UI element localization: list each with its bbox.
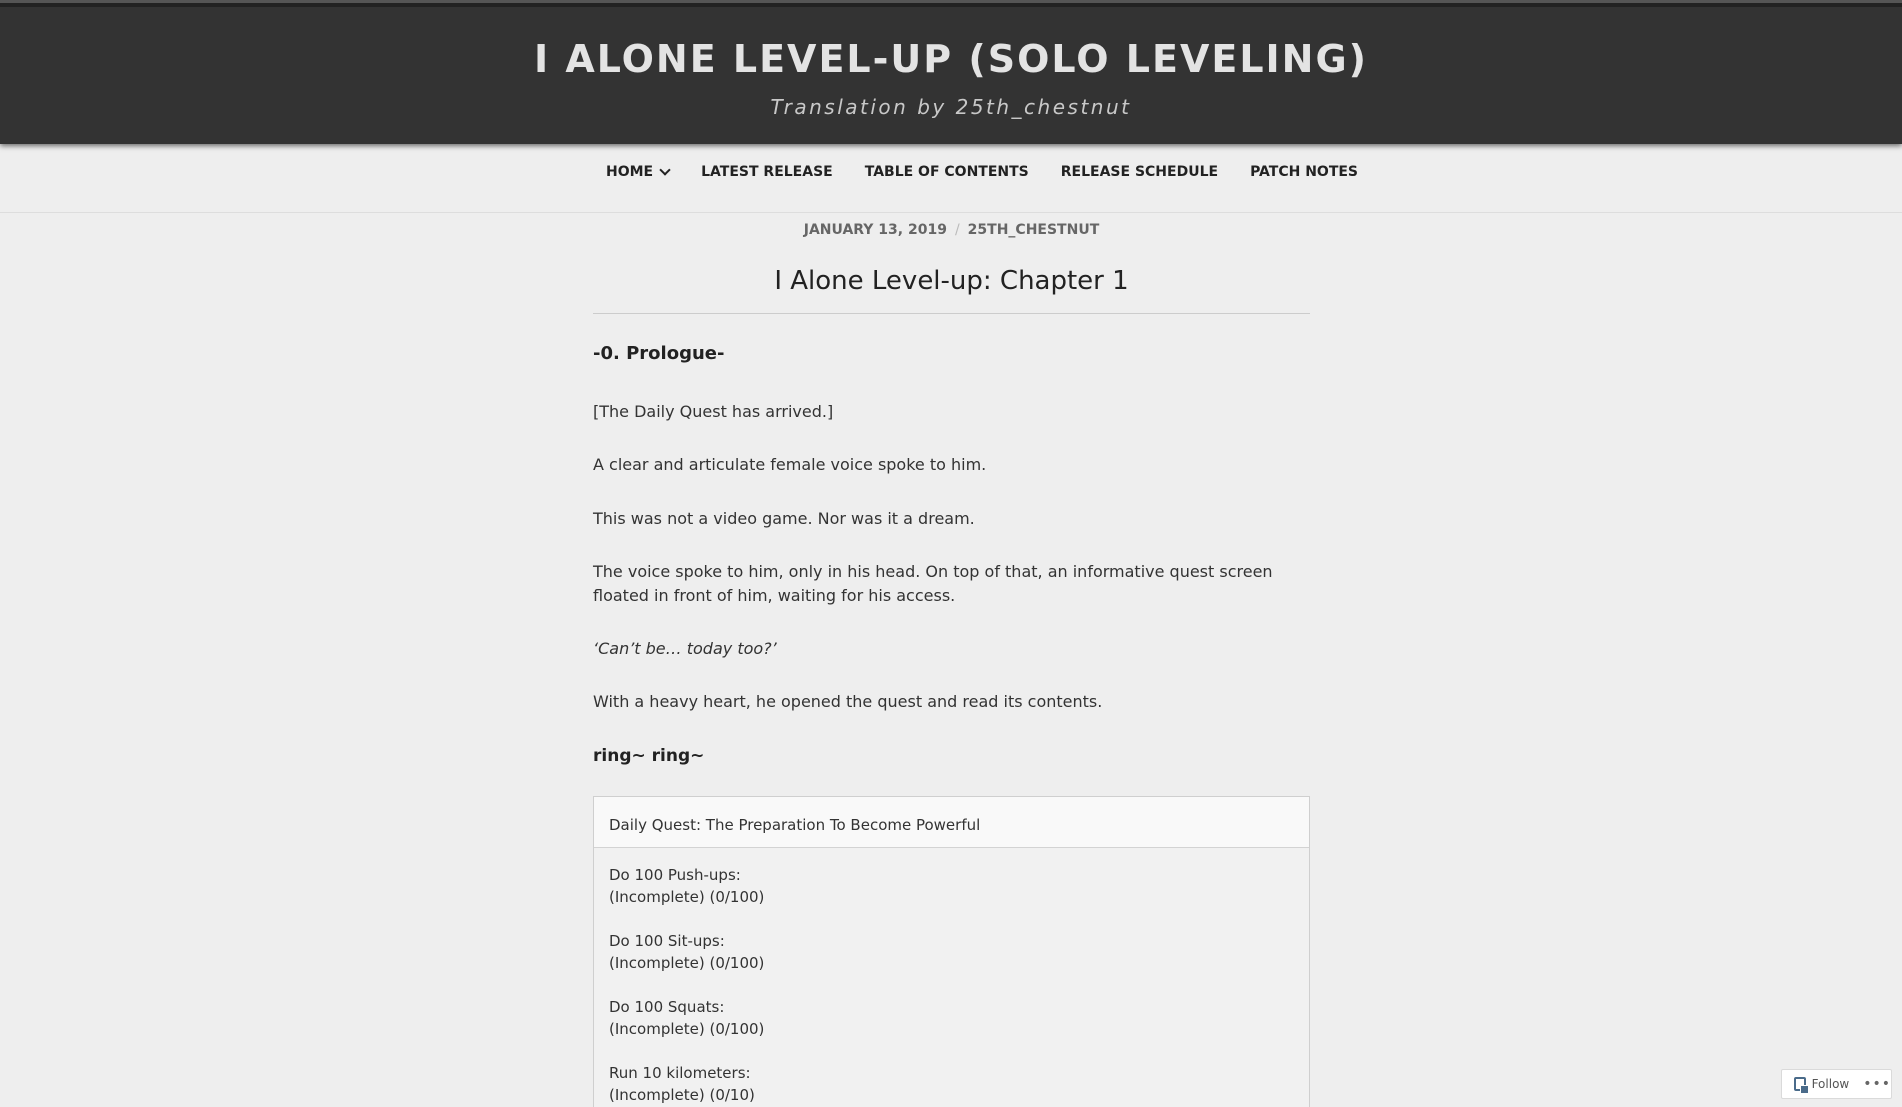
nav-item-table-of-contents[interactable]: TABLE OF CONTENTS: [849, 156, 1045, 188]
quest-title: Daily Quest: The Preparation To Become P…: [594, 797, 1309, 848]
follow-icon[interactable]: [1794, 1077, 1809, 1094]
site-header: I ALONE LEVEL-UP (SOLO LEVELING) Transla…: [0, 0, 1902, 144]
quest-table: Daily Quest: The Preparation To Become P…: [593, 796, 1310, 1107]
quest-status: (Incomplete) (0/10): [609, 1086, 755, 1104]
main-nav: HOME LATEST RELEASE TABLE OF CONTENTS RE…: [0, 144, 1902, 213]
quest-status: (Incomplete) (0/100): [609, 888, 765, 906]
quest-items: Do 100 Push-ups: (Incomplete) (0/100) Do…: [594, 848, 1309, 1106]
follow-widget: Follow •••: [1781, 1069, 1892, 1099]
follow-button[interactable]: Follow: [1812, 1077, 1850, 1091]
nav-list: HOME LATEST RELEASE TABLE OF CONTENTS RE…: [606, 156, 1374, 188]
quest-task: Do 100 Squats:: [609, 998, 725, 1016]
quest-status: (Incomplete) (0/100): [609, 1020, 765, 1038]
nav-item-home-label: HOME: [606, 164, 654, 180]
paragraph: A clear and articulate female voice spok…: [593, 455, 987, 474]
quest-item: Run 10 kilometers: (Incomplete) (0/10): [609, 1062, 1294, 1106]
nav-item-home[interactable]: HOME: [606, 156, 685, 188]
paragraph: This was not a video game. Nor was it a …: [593, 509, 975, 528]
paragraph: With a heavy heart, he opened the quest …: [593, 692, 1103, 711]
nav-item-release-schedule[interactable]: RELEASE SCHEDULE: [1045, 156, 1234, 188]
prologue-heading: -0. Prologue-: [593, 343, 725, 364]
paragraph: [The Daily Quest has arrived.]: [593, 402, 834, 421]
meta-separator: /: [954, 222, 960, 238]
quest-item: Do 100 Sit-ups: (Incomplete) (0/100): [609, 930, 1294, 974]
page: I ALONE LEVEL-UP (SOLO LEVELING) Transla…: [0, 0, 1902, 1107]
entry-meta: JANUARY 13, 2019 / 25TH_CHESTNUT: [593, 222, 1310, 238]
quest-status: (Incomplete) (0/100): [609, 954, 765, 972]
nav-item-latest-release[interactable]: LATEST RELEASE: [685, 156, 849, 188]
post-date[interactable]: JANUARY 13, 2019: [804, 222, 947, 238]
post-content: JANUARY 13, 2019 / 25TH_CHESTNUT I Alone L…: [593, 213, 1310, 1107]
paragraph-italic: ‘Can’t be… today too?’: [593, 639, 777, 658]
quest-item: Do 100 Squats: (Incomplete) (0/100): [609, 996, 1294, 1040]
paragraph: The voice spoke to him, only in his head…: [593, 562, 1273, 605]
ring-text: ring~ ring~: [593, 746, 705, 766]
quest-task: Do 100 Sit-ups:: [609, 932, 725, 950]
site-tagline: Translation by 25th_chestnut: [770, 95, 1132, 119]
site-title[interactable]: I ALONE LEVEL-UP (SOLO LEVELING): [0, 37, 1902, 81]
quest-task: Do 100 Push-ups:: [609, 866, 741, 884]
more-options-icon[interactable]: •••: [1863, 1076, 1891, 1092]
quest-item: Do 100 Push-ups: (Incomplete) (0/100): [609, 864, 1294, 908]
chevron-down-icon: [659, 164, 671, 176]
title-divider: [593, 313, 1310, 314]
post-author[interactable]: 25TH_CHESTNUT: [968, 222, 1100, 238]
nav-item-patch-notes[interactable]: PATCH NOTES: [1234, 156, 1374, 188]
quest-task: Run 10 kilometers:: [609, 1064, 751, 1082]
post-title: I Alone Level-up: Chapter 1: [774, 266, 1129, 296]
